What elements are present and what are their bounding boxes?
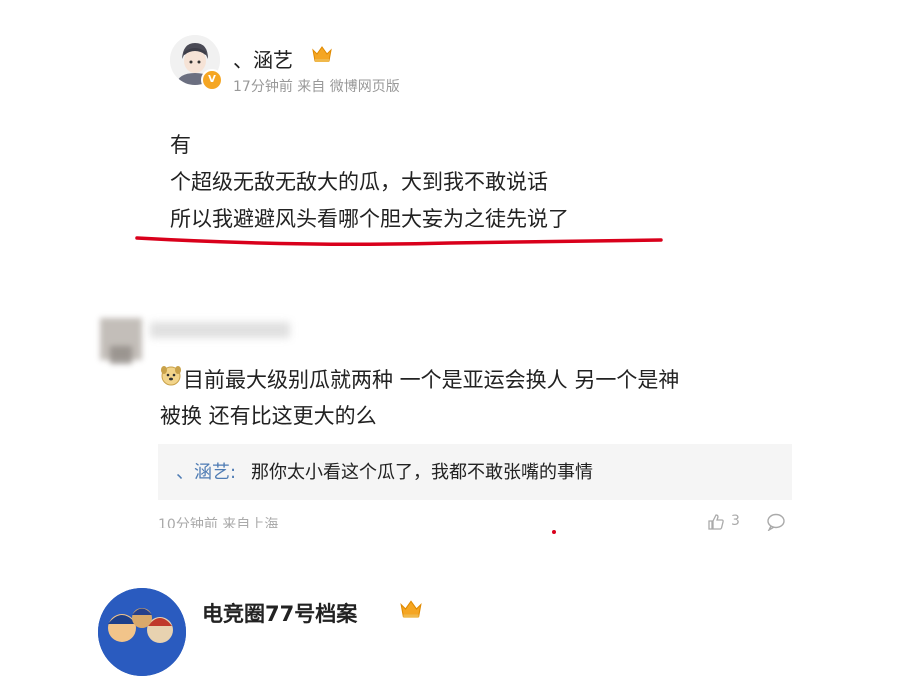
comment-icon[interactable]	[766, 513, 786, 531]
like-count: 3	[731, 513, 740, 529]
reply-text: 那你太小看这个瓜了，我都不敢张嘴的事情	[251, 462, 593, 483]
blurred-commenter-name	[150, 322, 290, 338]
like-icon[interactable]	[707, 513, 725, 531]
author-name[interactable]: 电竞圈77号档案	[202, 598, 357, 628]
blurred-commenter-avatar	[110, 346, 132, 364]
reply-author[interactable]: 、涵艺:	[176, 458, 236, 484]
comment-text: 被换 还有比这更大的么	[160, 404, 377, 428]
post-text-line: 有	[170, 133, 191, 157]
red-dot-mark	[552, 530, 556, 534]
crown-badge-icon	[400, 600, 422, 618]
crown-badge-icon	[312, 46, 332, 62]
post-time-source: 17分钟前 来自 微博网页版	[233, 79, 400, 95]
dog-emoji-icon	[161, 366, 181, 386]
author-avatar[interactable]	[98, 588, 186, 676]
comment-time-source: 10分钟前 来自上海	[158, 517, 279, 528]
comment-text: 目前最大级别瓜就两种 一个是亚运会换人 另一个是神	[183, 368, 680, 392]
verified-icon: V	[201, 69, 223, 91]
post-text-line: 所以我避避风头看哪个胆大妄为之徒先说了	[170, 207, 569, 231]
post-text-line: 个超级无敌无敌大的瓜，大到我不敢说话	[170, 170, 548, 194]
author-name[interactable]: 、涵艺	[233, 44, 293, 73]
